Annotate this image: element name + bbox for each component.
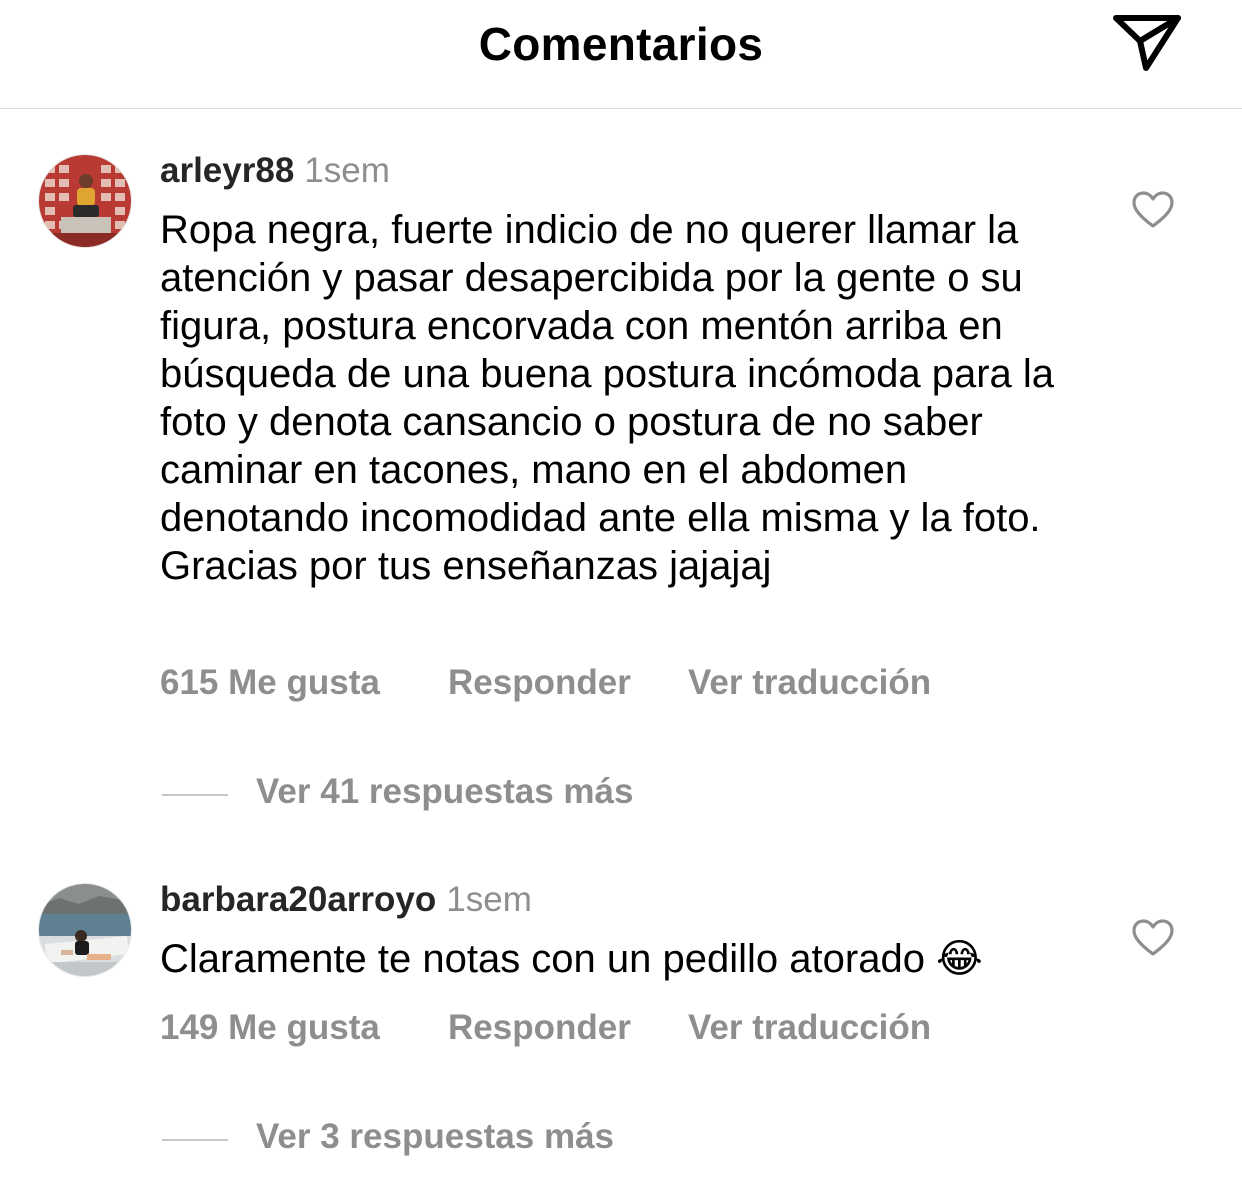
view-replies-label: Ver 41 respuestas más <box>256 772 634 811</box>
comment-meta: arleyr88 1sem <box>160 151 390 191</box>
avatar-image <box>39 155 131 247</box>
avatar-image <box>39 884 131 976</box>
timestamp: 1sem <box>446 880 532 919</box>
translate-button[interactable]: Ver traducción <box>688 663 931 703</box>
translate-button[interactable]: Ver traducción <box>688 1008 931 1048</box>
view-replies-button[interactable]: Ver 3 respuestas más <box>160 1117 860 1161</box>
avatar[interactable] <box>38 154 132 248</box>
send-icon <box>1113 15 1181 71</box>
heart-icon <box>1132 191 1174 228</box>
timestamp: 1sem <box>304 151 390 190</box>
username[interactable]: arleyr88 <box>160 151 294 190</box>
view-replies-label: Ver 3 respuestas más <box>256 1117 615 1156</box>
likes-count[interactable]: 149 Me gusta <box>160 1008 380 1048</box>
comment-meta: barbara20arroyo 1sem <box>160 880 532 920</box>
comments-header: Comentarios <box>0 0 1242 109</box>
replies-divider-line <box>162 1139 228 1141</box>
likes-count[interactable]: 615 Me gusta <box>160 663 380 703</box>
reply-button[interactable]: Responder <box>448 663 631 703</box>
username[interactable]: barbara20arroyo <box>160 880 436 919</box>
heart-icon <box>1132 919 1174 956</box>
page-title: Comentarios <box>478 18 764 70</box>
avatar[interactable] <box>38 883 132 977</box>
reply-button[interactable]: Responder <box>448 1008 631 1048</box>
comment-text: Ropa negra, fuerte indicio de no querer … <box>160 208 1055 588</box>
comment-text: Claramente te notas con un pedillo atora… <box>160 937 983 981</box>
view-replies-button[interactable]: Ver 41 respuestas más <box>160 772 860 816</box>
replies-divider-line <box>162 794 228 796</box>
like-button[interactable] <box>1131 190 1175 230</box>
like-button[interactable] <box>1131 918 1175 958</box>
share-button[interactable] <box>1108 10 1184 76</box>
